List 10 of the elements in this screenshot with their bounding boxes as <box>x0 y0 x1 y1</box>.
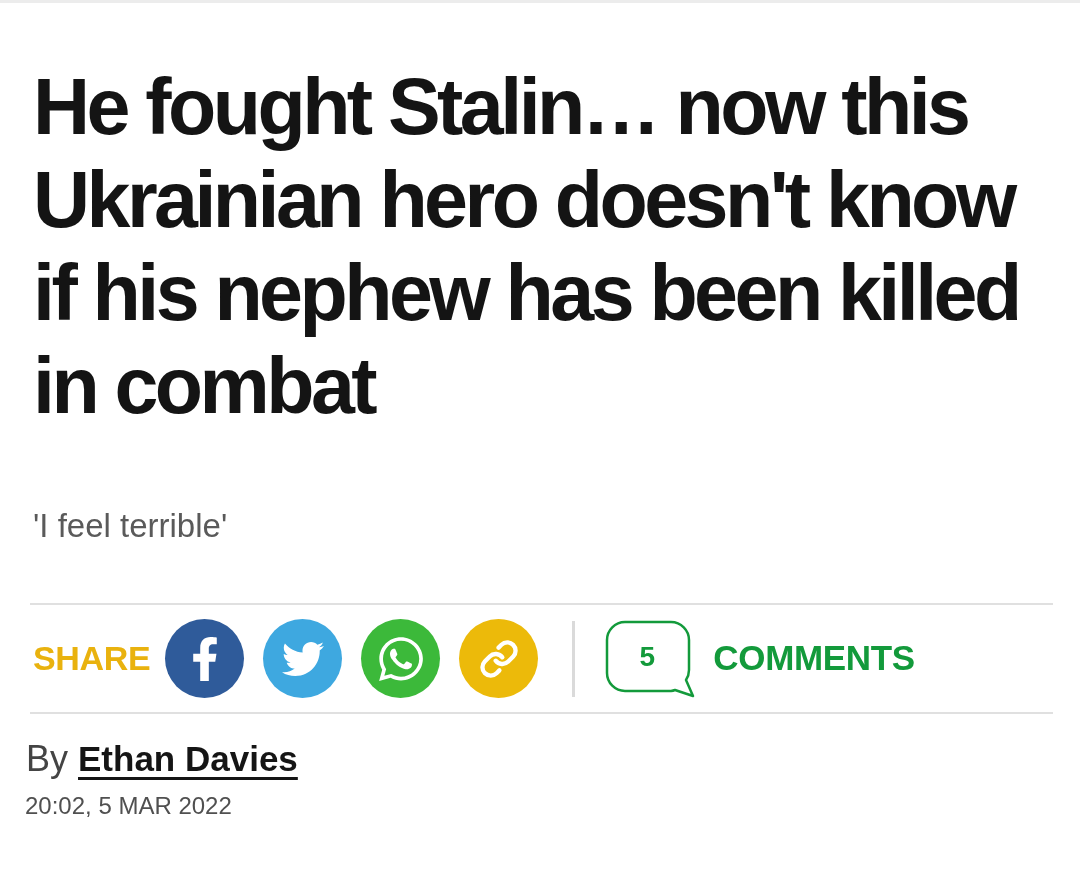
headline: He fought Stalin… now this Ukrainian hero doesn't know if his nephew has been killed in combat <box>33 61 1020 432</box>
speech-bubble-icon <box>605 619 696 698</box>
comments-link[interactable]: COMMENTS <box>713 632 915 685</box>
timestamp: 20:02, 5 MAR 2022 <box>25 791 232 821</box>
standfirst: 'I feel terrible' <box>33 506 228 546</box>
byline-prefix: By <box>26 737 68 781</box>
share-label: SHARE <box>33 638 151 679</box>
comment-count-button[interactable]: 5 <box>605 619 696 698</box>
link-icon <box>478 638 519 679</box>
author-link[interactable]: Ethan Davies <box>78 733 298 786</box>
